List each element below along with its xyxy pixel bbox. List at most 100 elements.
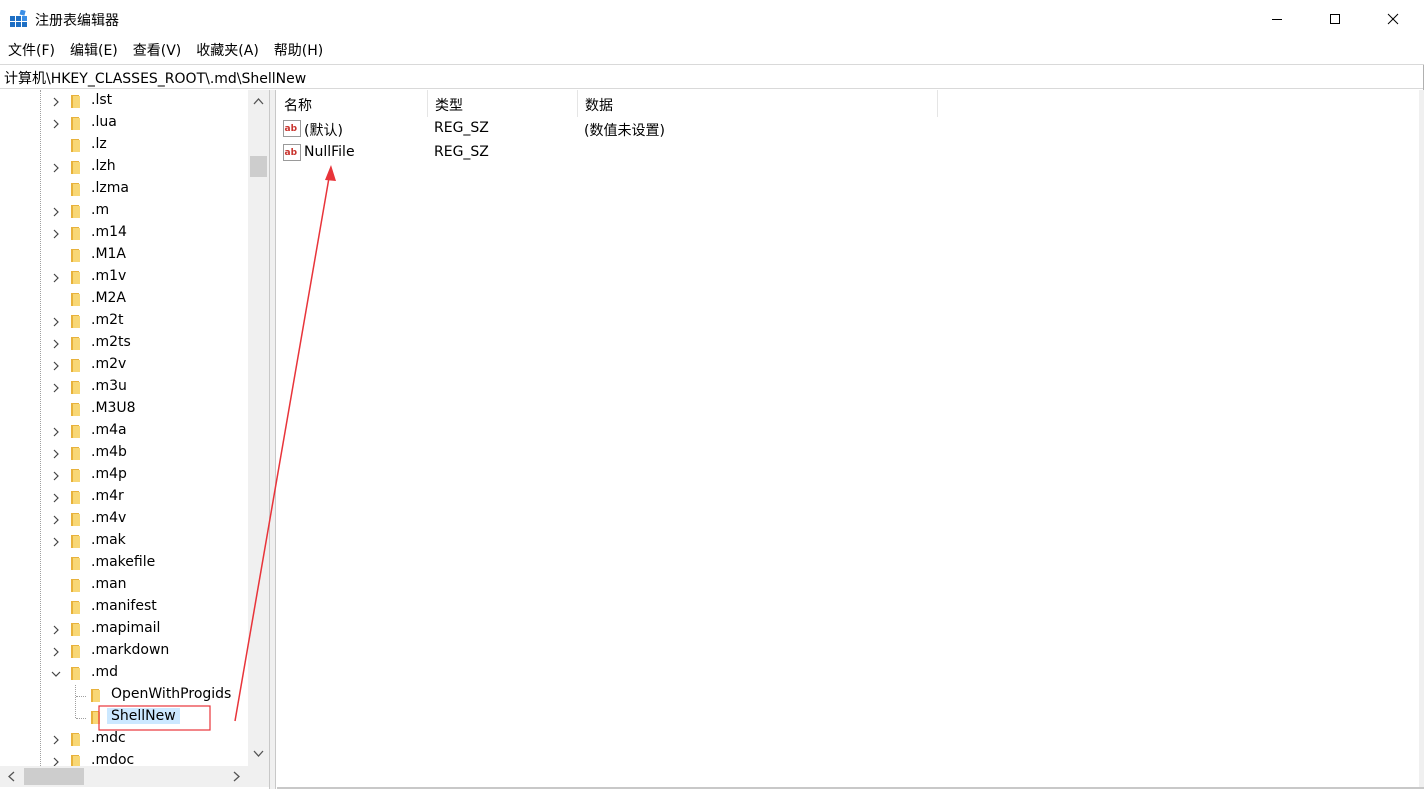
tree-item[interactable]: .m <box>0 201 248 223</box>
chevron-right-icon[interactable] <box>50 734 62 746</box>
folder-icon <box>71 667 80 680</box>
chevron-right-icon[interactable] <box>50 426 62 438</box>
tree-item[interactable]: .m4b <box>0 443 248 465</box>
tree-item[interactable]: OpenWithProgids <box>0 685 248 707</box>
svg-text:ab: ab <box>285 148 298 158</box>
address-path[interactable]: 计算机\HKEY_CLASSES_ROOT\.md\ShellNew <box>4 68 306 88</box>
tree-guide-line <box>76 696 86 697</box>
tree-item[interactable]: .M3U8 <box>0 399 248 421</box>
folder-icon <box>71 623 80 636</box>
tree-item[interactable]: .lst <box>0 91 248 113</box>
tree-item[interactable]: .m4a <box>0 421 248 443</box>
column-type-header[interactable]: 类型 <box>428 90 578 117</box>
tree-horizontal-scrollbar[interactable] <box>0 766 248 787</box>
tree-item[interactable]: .M1A <box>0 245 248 267</box>
folder-icon <box>71 601 80 614</box>
chevron-right-icon[interactable] <box>50 624 62 636</box>
scroll-right-icon[interactable] <box>229 769 244 784</box>
tree-item[interactable]: .mak <box>0 531 248 553</box>
chevron-right-icon[interactable] <box>50 514 62 526</box>
title-bar: 注册表编辑器 <box>0 0 1424 38</box>
minimize-icon <box>1272 19 1282 20</box>
tree-item[interactable]: .lz <box>0 135 248 157</box>
tree-item[interactable]: .markdown <box>0 641 248 663</box>
tree-item-label: .m2t <box>91 312 124 328</box>
tree-item[interactable]: .m2ts <box>0 333 248 355</box>
tree-item[interactable]: .m14 <box>0 223 248 245</box>
chevron-right-icon[interactable] <box>50 228 62 240</box>
chevron-right-icon[interactable] <box>50 646 62 658</box>
scroll-up-icon[interactable] <box>251 94 266 109</box>
chevron-down-icon[interactable] <box>50 668 62 680</box>
tree-item[interactable]: .m1v <box>0 267 248 289</box>
tree-item[interactable]: .lzma <box>0 179 248 201</box>
menu-file[interactable]: 文件(F) <box>0 39 62 63</box>
value-row[interactable]: ab (默认) REG_SZ (数值未设置) <box>277 117 1419 141</box>
chevron-right-icon[interactable] <box>50 448 62 460</box>
address-bar[interactable]: 计算机\HKEY_CLASSES_ROOT\.md\ShellNew <box>0 64 1424 90</box>
column-name-header[interactable]: 名称 <box>277 90 428 117</box>
menu-favorites[interactable]: 收藏夹(A) <box>188 39 266 63</box>
tree-item[interactable]: .m4v <box>0 509 248 531</box>
tree-item[interactable]: .lzh <box>0 157 248 179</box>
tree-item[interactable]: .m2t <box>0 311 248 333</box>
scroll-down-icon[interactable] <box>251 746 266 761</box>
tree-item[interactable]: .lua <box>0 113 248 135</box>
tree-item[interactable]: .md <box>0 663 248 685</box>
key-tree-pane[interactable]: .lst .lua .lz .lzh .lzma .m .m14 .M1A .m1v .M2A .m… <box>0 90 270 789</box>
column-data-header[interactable]: 数据 <box>578 90 938 117</box>
tree-vertical-scroll-thumb[interactable] <box>250 156 267 177</box>
tree-item[interactable]: .M2A <box>0 289 248 311</box>
tree-item-label: .m <box>91 202 110 218</box>
chevron-right-icon[interactable] <box>50 492 62 504</box>
chevron-right-icon[interactable] <box>50 206 62 218</box>
tree-item[interactable]: .m4p <box>0 465 248 487</box>
folder-icon <box>71 447 80 460</box>
close-button[interactable] <box>1364 0 1422 38</box>
folder-icon <box>91 689 100 702</box>
tree-item-label: .mdc <box>91 730 126 746</box>
scroll-left-icon[interactable] <box>4 769 19 784</box>
tree-item[interactable]: ShellNew <box>0 707 248 729</box>
minimize-button[interactable] <box>1248 0 1306 38</box>
values-list-pane[interactable]: 名称 类型 数据 ab (默认) REG_SZ (数值未设置) ab NullF… <box>277 90 1419 787</box>
menu-edit[interactable]: 编辑(E) <box>62 39 125 63</box>
chevron-right-icon[interactable] <box>50 162 62 174</box>
chevron-right-icon[interactable] <box>50 382 62 394</box>
chevron-right-icon[interactable] <box>50 316 62 328</box>
tree-item[interactable]: .mdc <box>0 729 248 751</box>
tree-item[interactable]: .man <box>0 575 248 597</box>
value-row[interactable]: ab NullFile REG_SZ <box>277 141 1419 165</box>
chevron-right-icon[interactable] <box>50 536 62 548</box>
folder-icon <box>71 491 80 504</box>
chevron-right-icon[interactable] <box>50 338 62 350</box>
tree-item-label: .mapimail <box>91 620 161 636</box>
pane-splitter[interactable] <box>270 90 276 789</box>
chevron-right-icon[interactable] <box>50 118 62 130</box>
tree-item-label: .lzma <box>91 180 129 196</box>
tree-item[interactable]: .makefile <box>0 553 248 575</box>
maximize-button[interactable] <box>1306 0 1364 38</box>
tree-item[interactable]: .manifest <box>0 597 248 619</box>
tree-item[interactable]: .m2v <box>0 355 248 377</box>
folder-icon <box>71 645 80 658</box>
value-type: REG_SZ <box>434 144 489 160</box>
tree-horizontal-scroll-thumb[interactable] <box>24 768 84 785</box>
tree-vertical-scrollbar[interactable] <box>248 90 269 766</box>
chevron-right-icon[interactable] <box>50 470 62 482</box>
menu-view[interactable]: 查看(V) <box>125 39 189 63</box>
chevron-right-icon[interactable] <box>50 96 62 108</box>
menu-help[interactable]: 帮助(H) <box>266 39 330 63</box>
folder-icon <box>71 557 80 570</box>
folder-icon <box>71 535 80 548</box>
folder-icon <box>71 359 80 372</box>
tree-item-label: .markdown <box>91 642 170 658</box>
tree-item[interactable]: .m3u <box>0 377 248 399</box>
folder-icon <box>71 227 80 240</box>
tree-item[interactable]: .mapimail <box>0 619 248 641</box>
chevron-right-icon[interactable] <box>50 360 62 372</box>
close-icon <box>1387 13 1399 25</box>
tree-item-label: .manifest <box>91 598 157 614</box>
chevron-right-icon[interactable] <box>50 272 62 284</box>
tree-item[interactable]: .m4r <box>0 487 248 509</box>
